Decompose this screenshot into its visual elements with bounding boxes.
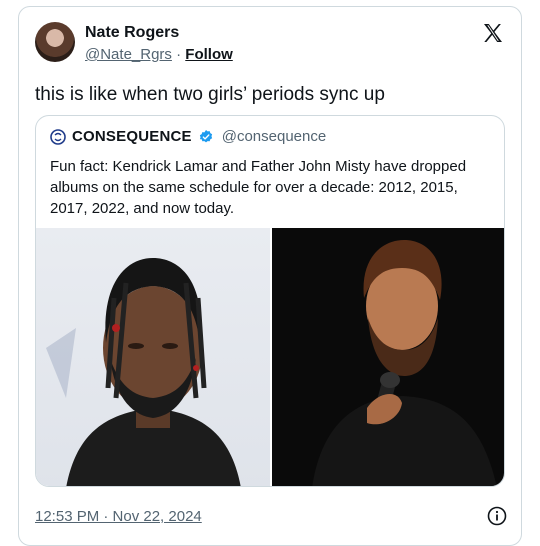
info-icon[interactable] xyxy=(487,506,507,526)
handle-separator: · xyxy=(176,46,182,63)
quoted-author-handle[interactable]: @consequence xyxy=(222,128,326,145)
quoted-header: CONSEQUENCE @consequence xyxy=(50,128,326,145)
author-handle-row: @Nate_Rgrs · Follow xyxy=(85,46,233,63)
tweet-text: this is like when two girls’ periods syn… xyxy=(35,84,385,105)
quoted-tweet[interactable]: CONSEQUENCE @consequence Fun fact: Kendr… xyxy=(35,115,505,487)
author-name[interactable]: Nate Rogers xyxy=(85,24,179,42)
quoted-media xyxy=(36,228,504,486)
tweet-card: Nate Rogers @Nate_Rgrs · Follow this is … xyxy=(18,6,522,546)
x-logo-icon[interactable] xyxy=(481,21,505,45)
avatar[interactable] xyxy=(35,22,75,62)
photo-kendrick-lamar[interactable] xyxy=(36,228,270,486)
quoted-text: Fun fact: Kendrick Lamar and Father John… xyxy=(50,158,467,217)
consequence-logo-icon xyxy=(50,128,66,145)
quoted-author-name[interactable]: CONSEQUENCE xyxy=(72,128,192,145)
photo-father-john-misty[interactable] xyxy=(272,228,504,486)
follow-button[interactable]: Follow xyxy=(185,46,233,63)
author-handle[interactable]: @Nate_Rgrs xyxy=(85,46,172,63)
verified-badge-icon xyxy=(199,129,212,142)
tweet-timestamp[interactable]: 12:53 PM · Nov 22, 2024 xyxy=(35,508,202,525)
